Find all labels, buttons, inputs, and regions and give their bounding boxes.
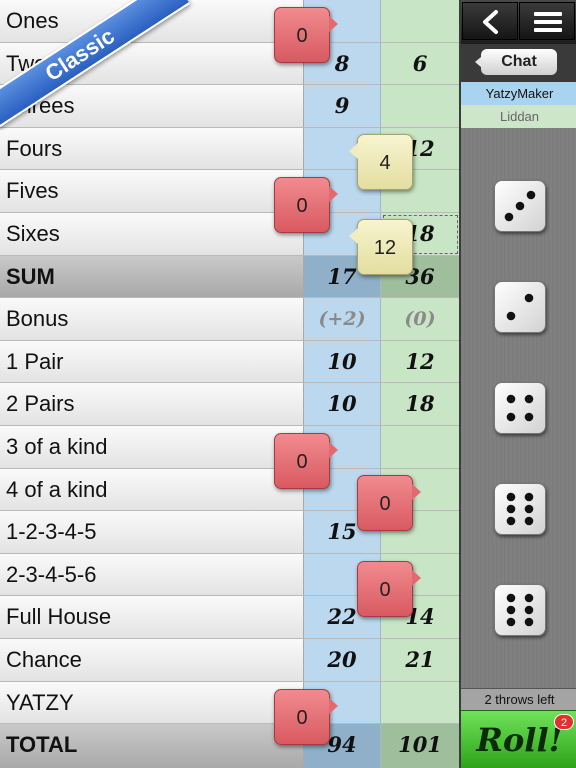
die-3[interactable] xyxy=(494,382,546,434)
die-1[interactable] xyxy=(494,180,546,232)
die-pip xyxy=(506,412,516,422)
classic-ribbon-label: Classic xyxy=(0,0,190,130)
cell-player1: 9 xyxy=(304,85,381,127)
row-label: TOTAL xyxy=(0,724,304,768)
cell-player1: 10 xyxy=(304,340,381,383)
die-face-4 xyxy=(506,394,534,422)
cell-player2: 6 xyxy=(381,42,459,85)
row-label: Fours xyxy=(0,127,304,170)
die-pip xyxy=(524,593,534,603)
die-face-3 xyxy=(504,190,536,222)
die-pip xyxy=(524,617,534,627)
row-1-pair: 1 Pair 10 12 xyxy=(0,340,459,384)
roll-button[interactable]: Roll! 2 xyxy=(461,710,576,768)
suggestion-bubble-3-of-a-kind[interactable]: 0 xyxy=(274,433,338,489)
cell-player2 xyxy=(381,85,459,127)
player1-name: YatzyMaker xyxy=(461,82,576,105)
row-label: Full House xyxy=(0,596,304,638)
die-pip xyxy=(515,201,525,211)
suggestion-bubble-sixes[interactable]: 12 xyxy=(349,219,413,275)
score-sheet: Ones Twos 8 6 Threes 9 Fours 12 Fives Si… xyxy=(0,0,459,768)
cell-player1: 10 xyxy=(304,383,381,425)
row-bonus: Bonus (+2) (0) xyxy=(0,298,459,341)
cell-player2: 101 xyxy=(381,724,459,768)
row-label: 1-2-3-4-5 xyxy=(0,511,304,553)
row-label: Fives xyxy=(0,170,304,212)
die-pip xyxy=(526,190,536,200)
row-total: TOTAL 94 101 xyxy=(0,724,459,768)
cell-player2 xyxy=(381,681,459,724)
row-label: YATZY xyxy=(0,681,304,724)
die-pip xyxy=(506,593,516,603)
row-label: 4 of a kind xyxy=(0,468,304,511)
mode-ribbon: Classic xyxy=(0,0,200,130)
cell-player2: (0) xyxy=(381,298,459,340)
row-chance: Chance 20 21 xyxy=(0,639,459,682)
cell-player1: 20 xyxy=(304,639,381,681)
die-pip xyxy=(506,516,516,526)
die-pip xyxy=(524,605,534,615)
chat-button[interactable]: Chat xyxy=(475,49,557,75)
chevron-left-icon xyxy=(483,10,498,34)
throws-left-label: 2 throws left xyxy=(461,688,576,710)
row-2-pairs: 2 Pairs 10 18 xyxy=(0,383,459,426)
die-face-2 xyxy=(506,293,534,321)
side-panel: Chat YatzyMaker Liddan 2 throws left Rol… xyxy=(459,0,576,768)
row-3-of-a-kind: 3 of a kind xyxy=(0,426,459,469)
cell-player2: 21 xyxy=(381,639,459,681)
die-pip xyxy=(524,394,534,404)
row-yatzy: YATZY xyxy=(0,681,459,725)
die-pip xyxy=(524,293,534,303)
cell-player2: 12 xyxy=(381,340,459,383)
die-pip xyxy=(524,492,534,502)
suggestion-bubble-ones[interactable]: 0 xyxy=(274,7,338,63)
chat-bar: Chat xyxy=(461,44,576,82)
die-pip xyxy=(524,504,534,514)
suggestion-bubble-4-of-a-kind[interactable]: 0 xyxy=(357,475,421,531)
row-label: Sixes xyxy=(0,213,304,255)
die-pip xyxy=(524,516,534,526)
player2-name: Liddan xyxy=(461,105,576,128)
suggestion-bubble-yatzy[interactable]: 0 xyxy=(274,689,338,745)
row-label: Bonus xyxy=(0,298,304,340)
row-label: SUM xyxy=(0,255,304,298)
die-5[interactable] xyxy=(494,584,546,636)
die-pip xyxy=(506,311,516,321)
row-label: 2 Pairs xyxy=(0,383,304,425)
list-icon xyxy=(534,12,562,32)
die-face-6 xyxy=(506,593,534,627)
die-4[interactable] xyxy=(494,483,546,535)
roll-count-badge: 2 xyxy=(554,714,574,730)
row-label: Chance xyxy=(0,639,304,681)
back-button[interactable] xyxy=(462,2,518,40)
row-label: 3 of a kind xyxy=(0,426,304,468)
suggestion-bubble-fives[interactable]: 0 xyxy=(274,177,338,233)
die-pip xyxy=(506,504,516,514)
cell-player2 xyxy=(381,426,459,468)
die-pip xyxy=(524,412,534,422)
top-toolbar xyxy=(461,0,576,44)
menu-button[interactable] xyxy=(519,2,575,40)
die-pip xyxy=(506,394,516,404)
die-pip xyxy=(504,212,514,222)
dice-tray xyxy=(461,128,576,688)
cell-player2 xyxy=(381,0,459,42)
die-2[interactable] xyxy=(494,281,546,333)
cell-player1: (+2) xyxy=(304,298,381,340)
suggestion-bubble-fours[interactable]: 4 xyxy=(349,134,413,190)
die-pip xyxy=(506,605,516,615)
row-label: 1 Pair xyxy=(0,340,304,383)
cell-player2: 18 xyxy=(381,383,459,425)
suggestion-bubble-large-straight[interactable]: 0 xyxy=(357,561,421,617)
die-pip xyxy=(506,492,516,502)
row-label: 2-3-4-5-6 xyxy=(0,553,304,596)
die-face-6 xyxy=(506,492,534,526)
die-pip xyxy=(506,617,516,627)
